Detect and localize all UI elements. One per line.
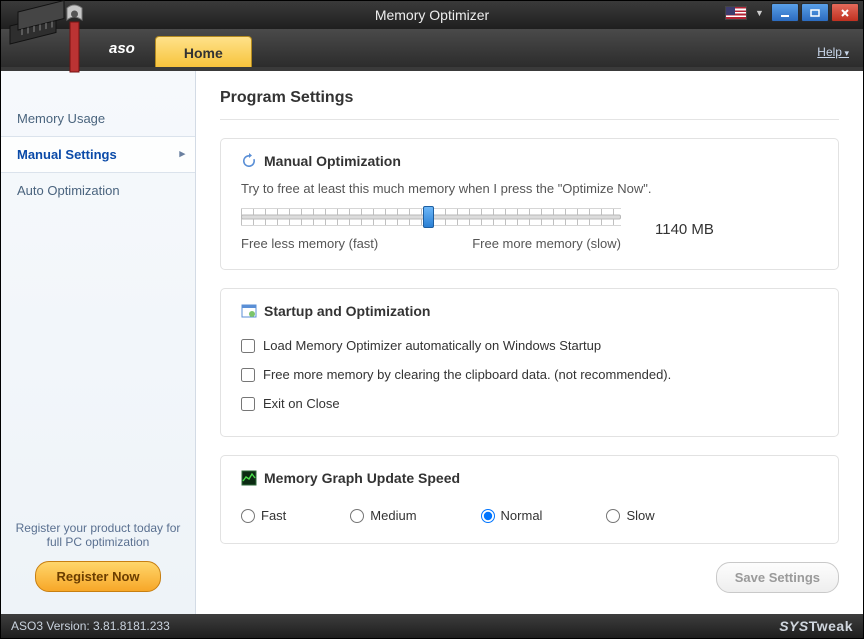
divider — [220, 119, 839, 120]
systweak-brand: SYSTweak — [779, 618, 853, 634]
sidebar-item-memory-usage[interactable]: Memory Usage — [1, 101, 195, 136]
radio-input-medium[interactable] — [350, 509, 364, 523]
statusbar: ASO3 Version: 3.81.8181.233 SYSTweak — [1, 614, 863, 638]
radio-fast[interactable]: Fast — [241, 508, 286, 523]
window-title: Memory Optimizer — [375, 7, 489, 23]
panel-title-startup: Startup and Optimization — [264, 303, 430, 319]
save-settings-button[interactable]: Save Settings — [716, 562, 839, 593]
memory-slider[interactable] — [241, 208, 621, 226]
slider-value: 1140 MB — [651, 221, 714, 238]
checkbox-input-startup[interactable] — [241, 339, 255, 353]
slider-label-more: Free more memory (slow) — [472, 236, 621, 251]
header-strip: aso Home Help — [1, 29, 863, 67]
content: Program Settings Manual Optimization Try… — [196, 71, 863, 614]
checkbox-clear-clipboard[interactable]: Free more memory by clearing the clipboa… — [241, 360, 818, 389]
register-now-button[interactable]: Register Now — [35, 561, 160, 592]
panel-title-graph: Memory Graph Update Speed — [264, 470, 460, 486]
panel-manual-optimization: Manual Optimization Try to free at least… — [220, 138, 839, 270]
slider-thumb[interactable] — [423, 206, 434, 228]
radio-normal[interactable]: Normal — [481, 508, 543, 523]
checkbox-label-startup: Load Memory Optimizer automatically on W… — [263, 338, 601, 353]
brand-text: aso — [109, 40, 135, 57]
page-title: Program Settings — [220, 89, 839, 107]
titlebar: Memory Optimizer ▼ — [1, 1, 863, 29]
radio-input-fast[interactable] — [241, 509, 255, 523]
slider-label-less: Free less memory (fast) — [241, 236, 378, 251]
radio-slow[interactable]: Slow — [606, 508, 654, 523]
radio-input-normal[interactable] — [481, 509, 495, 523]
register-prompt: Register your product today for full PC … — [11, 521, 185, 549]
checkbox-label-clipboard: Free more memory by clearing the clipboa… — [263, 367, 671, 382]
panel-startup-optimization: Startup and Optimization Load Memory Opt… — [220, 288, 839, 437]
help-link[interactable]: Help — [817, 45, 849, 59]
radio-input-slow[interactable] — [606, 509, 620, 523]
radio-label-normal: Normal — [501, 508, 543, 523]
panel-title-manual: Manual Optimization — [264, 153, 401, 169]
logo-area — [1, 29, 91, 67]
checkbox-exit-on-close[interactable]: Exit on Close — [241, 389, 818, 418]
sidebar-item-auto-optimization[interactable]: Auto Optimization — [1, 173, 195, 208]
version-text: ASO3 Version: 3.81.8181.233 — [11, 619, 170, 633]
radio-label-fast: Fast — [261, 508, 286, 523]
window-controls: ▼ — [725, 3, 859, 22]
radio-label-slow: Slow — [626, 508, 654, 523]
refresh-icon — [241, 153, 257, 169]
radio-group-speed: Fast Medium Normal Slow — [241, 498, 818, 525]
checkbox-input-clipboard[interactable] — [241, 368, 255, 382]
radio-label-medium: Medium — [370, 508, 416, 523]
window-icon — [241, 303, 257, 319]
radio-medium[interactable]: Medium — [350, 508, 416, 523]
maximize-button[interactable] — [801, 3, 829, 22]
tab-home[interactable]: Home — [155, 36, 252, 67]
checkbox-load-on-startup[interactable]: Load Memory Optimizer automatically on W… — [241, 331, 818, 360]
app-window: Memory Optimizer ▼ aso Home Help — [0, 0, 864, 639]
checkbox-input-exit[interactable] — [241, 397, 255, 411]
sidebar-item-manual-settings[interactable]: Manual Settings — [1, 136, 195, 173]
sidebar: Memory Usage Manual Settings Auto Optimi… — [1, 71, 196, 614]
checkbox-label-exit: Exit on Close — [263, 396, 340, 411]
language-dropdown-icon[interactable]: ▼ — [755, 8, 765, 18]
manual-hint: Try to free at least this much memory wh… — [241, 181, 818, 196]
chart-icon — [241, 470, 257, 486]
flag-icon[interactable] — [725, 6, 747, 20]
body: Memory Usage Manual Settings Auto Optimi… — [1, 67, 863, 614]
panel-graph-speed: Memory Graph Update Speed Fast Medium No… — [220, 455, 839, 544]
minimize-button[interactable] — [771, 3, 799, 22]
sidebar-footer: Register your product today for full PC … — [1, 507, 195, 614]
close-button[interactable] — [831, 3, 859, 22]
